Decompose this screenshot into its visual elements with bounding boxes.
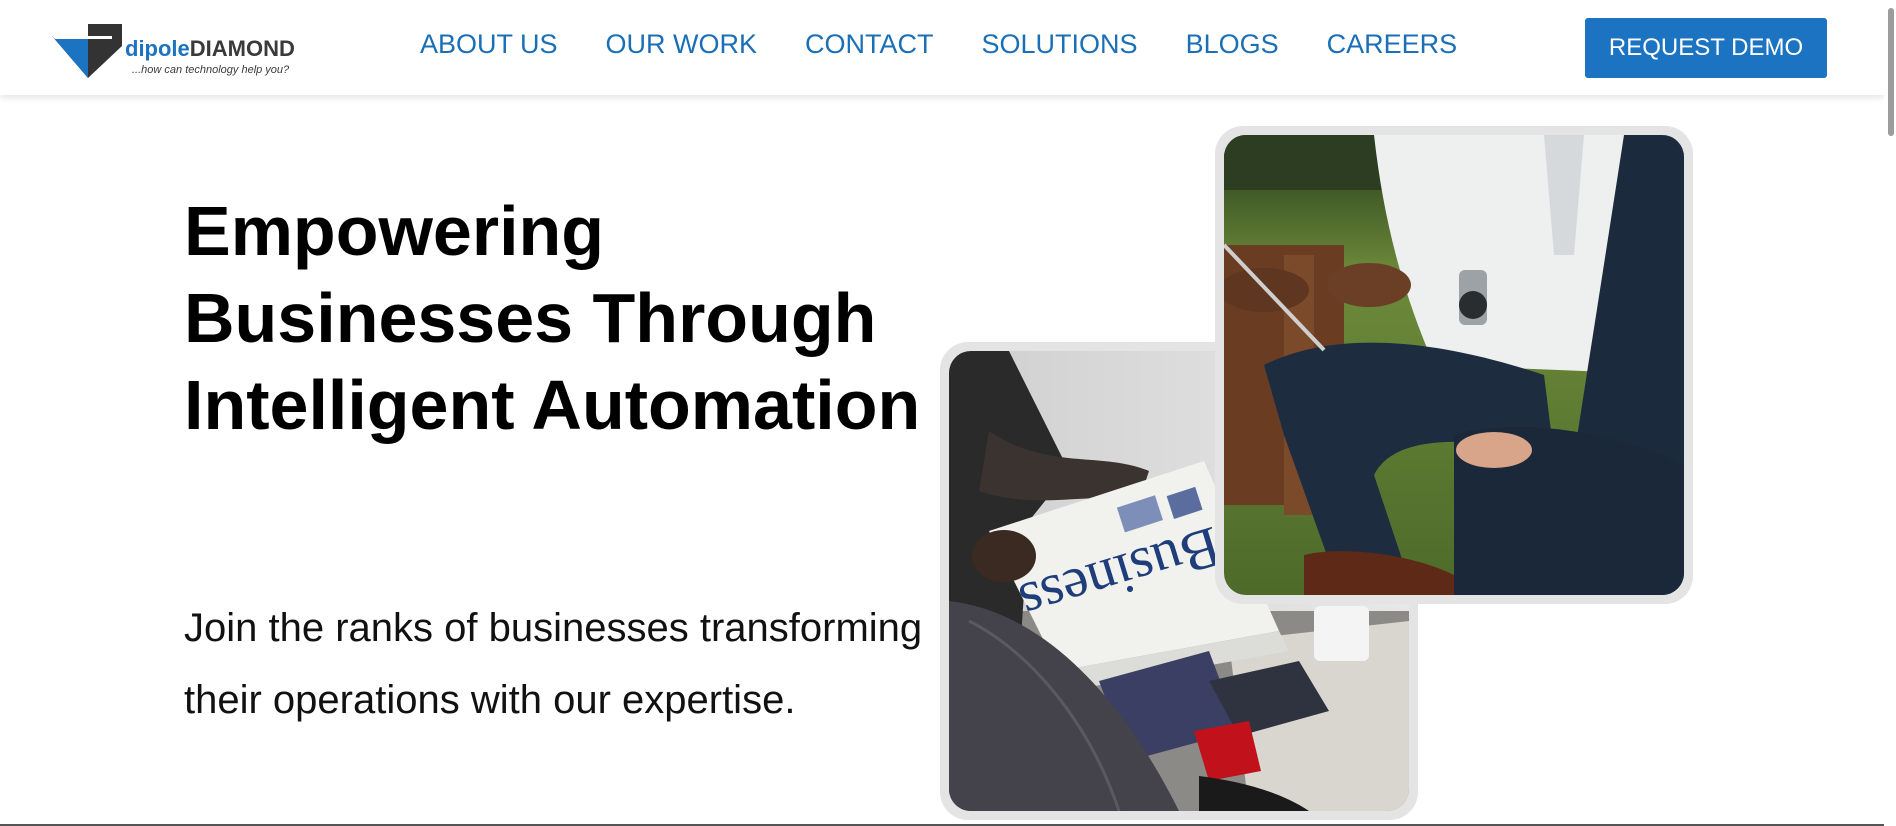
nav-our-work[interactable]: OUR WORK <box>606 28 758 60</box>
hero-title: Empowering Businesses Through Intelligen… <box>184 192 921 444</box>
diamond-logo-icon <box>52 24 122 78</box>
nav-contact[interactable]: CONTACT <box>805 28 934 60</box>
meeting-photo-image <box>1224 135 1684 595</box>
request-demo-button[interactable]: REQUEST DEMO <box>1585 18 1827 78</box>
scrollbar-thumb[interactable] <box>1888 8 1894 136</box>
hero-subtitle: Join the ranks of businesses transformin… <box>184 606 923 722</box>
meeting-photo <box>1224 135 1684 595</box>
nav-blogs[interactable]: BLOGS <box>1186 28 1279 60</box>
page-scrollbar[interactable] <box>1884 0 1896 826</box>
meeting-photo-frame <box>1215 126 1693 604</box>
logo-wordmark-part2: DIAMOND <box>189 36 295 61</box>
main-nav: ABOUT US OUR WORK CONTACT SOLUTIONS BLOG… <box>420 28 1505 60</box>
logo-tagline: ...how can technology help you? <box>132 64 290 76</box>
page: dipoleDIAMOND ...how can technology help… <box>0 0 1896 826</box>
logo-wordmark-part1: dipole <box>125 36 190 61</box>
nav-careers[interactable]: CAREERS <box>1327 28 1458 60</box>
nav-solutions[interactable]: SOLUTIONS <box>982 28 1138 60</box>
logo[interactable]: dipoleDIAMOND ...how can technology help… <box>52 22 302 82</box>
logo-wordmark: dipoleDIAMOND <box>125 36 295 62</box>
site-header: dipoleDIAMOND ...how can technology help… <box>0 0 1884 95</box>
nav-about-us[interactable]: ABOUT US <box>420 28 558 60</box>
